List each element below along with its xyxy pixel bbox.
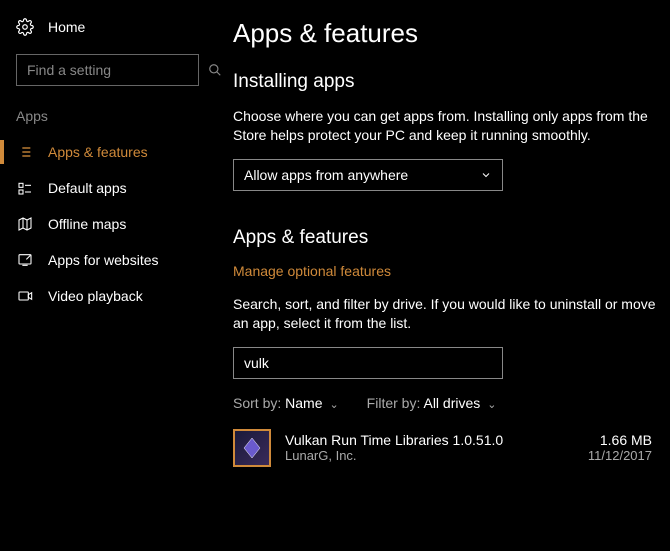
sidebar-item-offline-maps[interactable]: Offline maps (0, 206, 215, 242)
map-icon (16, 216, 34, 232)
install-source-dropdown[interactable]: Allow apps from anywhere (233, 159, 503, 191)
main-content: Apps & features Installing apps Choose w… (215, 0, 670, 551)
apps-features-heading: Apps & features (233, 227, 670, 249)
app-list-item[interactable]: Vulkan Run Time Libraries 1.0.51.0 Lunar… (233, 429, 670, 467)
sidebar-item-label: Video playback (48, 288, 143, 304)
settings-search-input[interactable] (27, 62, 208, 78)
app-publisher: LunarG, Inc. (285, 448, 574, 463)
home-label: Home (48, 19, 85, 35)
link-icon (16, 252, 34, 268)
sidebar-item-video-playback[interactable]: Video playback (0, 278, 215, 314)
chevron-down-icon: ⌄ (484, 399, 496, 411)
manage-optional-link[interactable]: Manage optional features (233, 263, 670, 279)
page-title: Apps & features (233, 18, 670, 49)
sort-filter-bar: Sort by: Name ⌄ Filter by: All drives ⌄ (233, 395, 670, 411)
app-icon (233, 429, 271, 467)
sidebar-item-label: Apps for websites (48, 252, 159, 268)
filter-by[interactable]: Filter by: All drives ⌄ (367, 395, 497, 411)
filter-value: All drives (423, 395, 480, 411)
sidebar-category: Apps (0, 108, 215, 134)
sidebar-item-label: Offline maps (48, 216, 126, 232)
sort-value: Name (285, 395, 322, 411)
chevron-down-icon (480, 169, 492, 181)
app-date: 11/12/2017 (588, 448, 652, 463)
home-button[interactable]: Home (0, 18, 215, 54)
settings-search[interactable] (16, 54, 199, 86)
defaults-icon (16, 180, 34, 196)
sort-by[interactable]: Sort by: Name ⌄ (233, 395, 339, 411)
app-search[interactable] (233, 347, 503, 379)
sidebar-item-apps-features[interactable]: Apps & features (0, 134, 215, 170)
app-size: 1.66 MB (588, 432, 652, 448)
sidebar: Home Apps Apps & features Default apps (0, 0, 215, 551)
sidebar-item-label: Default apps (48, 180, 127, 196)
app-search-input[interactable] (244, 355, 492, 371)
filter-label: Filter by: (367, 395, 421, 411)
installing-apps-desc: Choose where you can get apps from. Inst… (233, 107, 670, 145)
video-icon (16, 288, 34, 304)
gear-icon (16, 18, 34, 36)
search-desc: Search, sort, and filter by drive. If yo… (233, 295, 670, 333)
dropdown-value: Allow apps from anywhere (244, 167, 408, 183)
sidebar-item-default-apps[interactable]: Default apps (0, 170, 215, 206)
sidebar-item-label: Apps & features (48, 144, 148, 160)
sort-label: Sort by: (233, 395, 281, 411)
sidebar-item-apps-websites[interactable]: Apps for websites (0, 242, 215, 278)
list-icon (16, 144, 34, 160)
installing-apps-heading: Installing apps (233, 71, 670, 93)
chevron-down-icon: ⌄ (326, 399, 338, 411)
app-name: Vulkan Run Time Libraries 1.0.51.0 (285, 432, 574, 448)
